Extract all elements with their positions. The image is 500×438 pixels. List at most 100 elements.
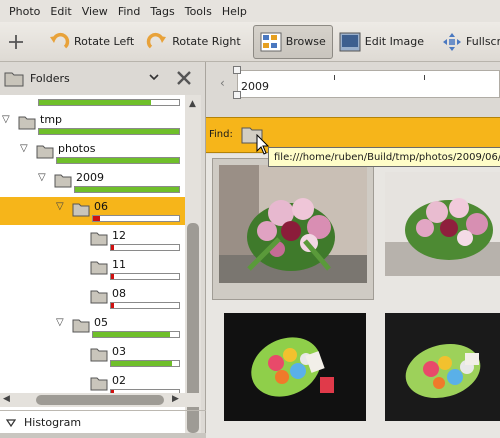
expander-icon[interactable]: ▽ bbox=[56, 317, 64, 328]
timeline-left-icon[interactable]: ‹ bbox=[220, 76, 225, 90]
folder-tree-row[interactable]: ▽ 06 bbox=[0, 197, 185, 225]
menu-edit[interactable]: Edit bbox=[45, 5, 76, 18]
sidebar: Folders ▽ tmp ▽ photos ▽ 2009 ▽ 06 12 11 08 ▽ 05 03 02… bbox=[0, 62, 206, 438]
scroll-left-icon[interactable]: ◀ bbox=[3, 394, 10, 404]
folder-path-tooltip: file:///home/ruben/Build/tmp/photos/2009… bbox=[268, 147, 500, 167]
folder-label: 08 bbox=[112, 287, 126, 300]
photo-thumbnail[interactable] bbox=[383, 306, 500, 438]
folder-usage-bar bbox=[92, 331, 180, 338]
photo-candy bbox=[385, 313, 500, 421]
import-button[interactable] bbox=[0, 25, 36, 59]
browse-button[interactable]: Browse bbox=[252, 24, 333, 59]
close-icon[interactable] bbox=[176, 70, 192, 86]
candy-bouquet-image bbox=[385, 313, 500, 421]
rotate-right-icon bbox=[147, 32, 167, 48]
find-label: Find: bbox=[209, 129, 233, 140]
rotate-left-icon bbox=[50, 32, 70, 48]
folder-usage-fill bbox=[93, 216, 100, 221]
menu-help[interactable]: Help bbox=[217, 5, 252, 18]
folder-usage-bar bbox=[110, 244, 180, 251]
timeline-handle[interactable] bbox=[233, 66, 241, 74]
folder-icon bbox=[90, 290, 108, 304]
sidebar-title: Folders bbox=[30, 71, 70, 85]
tree-vertical-scrollbar[interactable]: ▲ ▼ bbox=[185, 95, 201, 438]
folder-label: 2009 bbox=[76, 171, 104, 184]
folder-tree-row[interactable]: ▽ photos bbox=[0, 139, 185, 167]
fullscreen-button[interactable]: Fullscreen bbox=[436, 25, 500, 59]
sidebar-header: Folders bbox=[0, 62, 206, 94]
tree-horizontal-scrollbar[interactable]: ◀ ▶ bbox=[0, 393, 201, 407]
folder-icon bbox=[4, 72, 24, 87]
photo-flowers bbox=[219, 165, 367, 283]
edit-image-label: Edit Image bbox=[364, 35, 425, 48]
folder-label: 05 bbox=[94, 316, 108, 329]
timeline-box[interactable] bbox=[237, 70, 500, 98]
folder-icon bbox=[72, 203, 90, 217]
timeline[interactable]: ‹ 2009 bbox=[210, 66, 500, 102]
plus-icon bbox=[9, 34, 23, 49]
bouquet-image bbox=[385, 172, 500, 276]
folder-tree: ▽ tmp ▽ photos ▽ 2009 ▽ 06 12 11 08 ▽ 05 03 02 bbox=[0, 95, 185, 438]
chevron-down-icon[interactable] bbox=[148, 71, 160, 83]
folder-icon-wrap bbox=[90, 230, 108, 249]
edit-image-icon bbox=[339, 32, 361, 51]
rotate-left-button[interactable]: Rotate Left bbox=[42, 25, 140, 59]
scroll-right-icon[interactable]: ▶ bbox=[172, 394, 179, 404]
rotate-left-label: Rotate Left bbox=[74, 35, 135, 48]
photo-thumbnail[interactable] bbox=[212, 158, 374, 300]
folder-tree-row[interactable]: ▽ 05 bbox=[0, 313, 185, 341]
photo-thumbnail[interactable] bbox=[212, 306, 374, 438]
folder-label: 03 bbox=[112, 345, 126, 358]
folder-usage-fill bbox=[111, 274, 114, 279]
expander-icon[interactable]: ▽ bbox=[20, 143, 28, 154]
folder-icon bbox=[54, 174, 72, 188]
folder-usage-bar bbox=[110, 302, 180, 309]
folder-tree-row[interactable]: ▽ tmp bbox=[0, 110, 185, 138]
folder-tree-row[interactable]: ▽ 2009 bbox=[0, 168, 185, 196]
scroll-up-icon[interactable]: ▲ bbox=[189, 99, 196, 109]
menu-find[interactable]: Find bbox=[113, 5, 146, 18]
expander-icon[interactable]: ▽ bbox=[38, 172, 46, 183]
expander-icon[interactable]: ▽ bbox=[2, 114, 10, 125]
folder-icon-wrap bbox=[54, 172, 72, 191]
folder-icon bbox=[90, 261, 108, 275]
histogram-title: Histogram bbox=[24, 416, 82, 429]
folder-icon-wrap bbox=[90, 346, 108, 365]
menu-view[interactable]: View bbox=[77, 5, 113, 18]
fullscreen-icon bbox=[443, 32, 462, 51]
folder-icon-wrap bbox=[18, 114, 36, 133]
folder-usage-bar bbox=[38, 128, 180, 135]
folder-tree-row[interactable]: 11 bbox=[0, 255, 185, 283]
timeline-tick bbox=[424, 75, 425, 80]
folder-tree-row[interactable]: 03 bbox=[0, 342, 185, 370]
folder-label: 12 bbox=[112, 229, 126, 242]
scroll-thumb[interactable] bbox=[36, 395, 164, 405]
menu-tags[interactable]: Tags bbox=[145, 5, 179, 18]
timeline-year: 2009 bbox=[241, 80, 269, 93]
menu-photo[interactable]: Photo bbox=[4, 5, 45, 18]
rotate-right-button[interactable]: Rotate Right bbox=[140, 25, 246, 59]
folder-usage-fill bbox=[39, 129, 179, 134]
folder-label: 06 bbox=[94, 200, 108, 213]
folder-icon-wrap bbox=[72, 317, 90, 336]
photo-thumbnail[interactable] bbox=[383, 158, 500, 300]
folder-tree-row[interactable] bbox=[0, 95, 185, 109]
chevron-down-icon bbox=[6, 418, 16, 427]
folder-usage-fill bbox=[93, 332, 170, 337]
edit-image-button[interactable]: Edit Image bbox=[333, 25, 430, 59]
folder-icon-wrap bbox=[36, 143, 54, 162]
histogram-header[interactable]: Histogram bbox=[0, 410, 206, 434]
browse-label: Browse bbox=[285, 35, 326, 48]
candy-bouquet-image bbox=[224, 313, 366, 421]
expander-icon[interactable]: ▽ bbox=[56, 201, 64, 212]
folder-tree-row[interactable]: 08 bbox=[0, 284, 185, 312]
folder-icon bbox=[18, 116, 36, 130]
folder-tree-row[interactable]: 12 bbox=[0, 226, 185, 254]
timeline-handle[interactable] bbox=[233, 91, 241, 99]
folder-usage-bar bbox=[56, 157, 180, 164]
folder-icon-wrap bbox=[72, 201, 90, 220]
timeline-tick bbox=[334, 75, 335, 80]
folder-icon bbox=[72, 319, 90, 333]
menu-tools[interactable]: Tools bbox=[180, 5, 217, 18]
histogram-strip bbox=[0, 433, 206, 438]
